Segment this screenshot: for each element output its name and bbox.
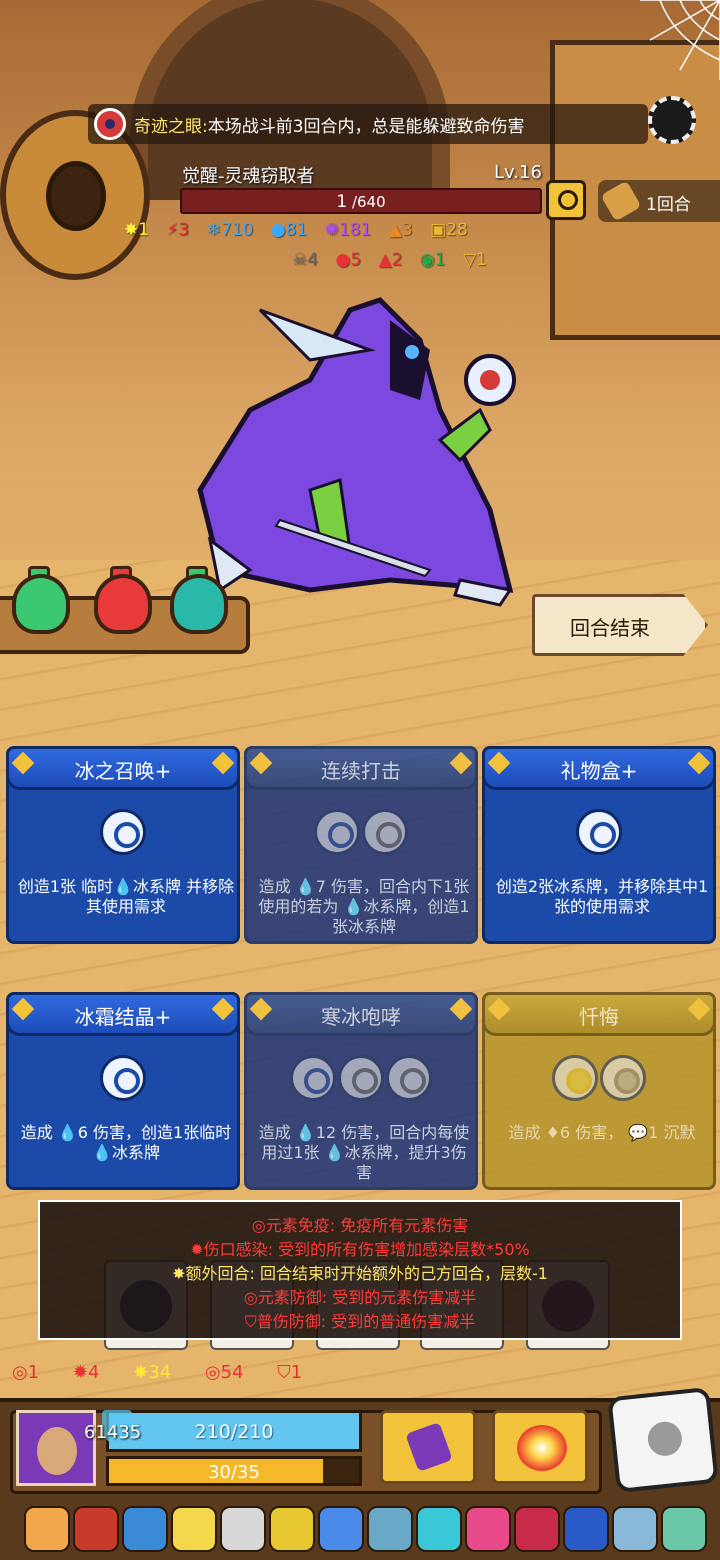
card-title: 冰霜结晶+ <box>74 1005 172 1029</box>
scroll-relic-icon[interactable] <box>220 1506 266 1552</box>
enemy-hp-bar: 1 /640 <box>180 188 542 214</box>
flame-orange-icon: ▲3 <box>388 220 413 240</box>
card-title: 寒冰咆哮 <box>321 1005 401 1029</box>
blue-robe-relic-icon[interactable] <box>563 1506 609 1552</box>
horn-relic-icon[interactable] <box>367 1506 413 1552</box>
dice-button[interactable] <box>607 1386 719 1494</box>
card-description: 创造1张 临时💧冰系牌 并移除其使用需求 <box>17 877 235 916</box>
player-buffs: ◎1 ✹4 ✸34 ◎54 ⛉1 <box>12 1362 330 1383</box>
end-turn-label[interactable]: 回合结束 <box>570 612 650 641</box>
bird-relic-icon[interactable] <box>661 1506 707 1552</box>
burst-skill-button[interactable] <box>492 1410 588 1484</box>
card-description: 造成 ♦6 伤害， 💬1 沉默 <box>508 1123 696 1142</box>
card-title: 忏悔 <box>579 1005 619 1029</box>
fire-icon: ▲2 <box>378 250 403 270</box>
yellow-star-icon: ✸34 <box>133 1362 172 1383</box>
relic-bar <box>0 1500 720 1560</box>
enemy-level: Lv.16 <box>494 162 542 183</box>
red-claw-icon: ⚡3 <box>166 220 190 240</box>
lock-icon: ▣28 <box>430 220 468 240</box>
red-jaws-relic-icon[interactable] <box>514 1506 560 1552</box>
teal-potion-icon[interactable] <box>170 574 228 634</box>
tooltip-line: ◎元素免疫: 免疫所有元素伤害 <box>251 1216 469 1235</box>
buff-tooltip: ◎元素免疫: 免疫所有元素伤害 ✹伤口感染: 受到的所有伤害增加感染层数*50%… <box>38 1200 682 1340</box>
card-frost-crystal[interactable]: 冰霜结晶+ 造成 💧6 伤害，创造1张临时 💧冰系牌 <box>6 992 240 1190</box>
player-energy-bar: 30/35 <box>106 1456 362 1486</box>
blue-energy-slot-icon <box>100 809 146 855</box>
mushroom-relic-icon[interactable] <box>318 1506 364 1552</box>
grey-energy-slot-icon <box>386 1055 432 1101</box>
enemy-hp-max: /640 <box>351 193 386 211</box>
pink-mushroom-relic-icon[interactable] <box>465 1506 511 1552</box>
inspect-magnifier-icon[interactable] <box>546 180 586 220</box>
banner-text: 奇迹之眼:本场战斗前3回合内，总是能躲避致命伤害 <box>134 117 525 137</box>
virus-icon: ✹ <box>190 1240 204 1259</box>
enemy-soul-stealer-sprite[interactable] <box>190 290 520 610</box>
tooltip-line: ✸额外回合: 回合结束时开始额外的己方回合，层数-1 <box>172 1264 548 1283</box>
purple-splat-icon: ✺181 <box>324 220 372 240</box>
target-icon: ◎1 <box>12 1362 40 1383</box>
tooltip-line: ✹伤口感染: 受到的所有伤害增加感染层数*50% <box>190 1240 530 1259</box>
eye-icon <box>94 108 126 140</box>
yellow-star-icon: ✸ <box>172 1264 186 1283</box>
card-title: 连续打击 <box>321 759 401 783</box>
blue-energy-slot-icon <box>290 1055 336 1101</box>
player-hp-bar: 210/210 <box>106 1410 362 1452</box>
lemon-energy-slot-icon <box>552 1055 598 1101</box>
tooltip-line: ◎元素防御: 受到的元素伤害减半 <box>243 1288 477 1307</box>
blood-drop-icon: ●5 <box>335 250 362 270</box>
donut-relic-icon[interactable] <box>24 1506 70 1552</box>
card-title: 礼物盒+ <box>560 759 638 783</box>
card-description: 造成 💧12 伤害，回合内每使用过1张 💧冰系牌，提升3伤害 <box>258 1123 470 1182</box>
target-icon: ◎ <box>251 1216 266 1235</box>
round-label: 1回合 <box>646 195 691 215</box>
card-description: 造成 💧7 伤害，回合内下1张使用的若为 💧冰系牌，创造1张冰系牌 <box>258 877 470 936</box>
triangle-icon: ▽1 <box>462 250 487 270</box>
grey-lemon-slot-icon <box>600 1055 646 1101</box>
cobweb-icon <box>640 0 720 80</box>
grey-energy-slot-icon <box>362 809 408 855</box>
enemy-name: 觉醒-灵魂窃取者 <box>182 166 315 187</box>
target-shield-icon: ◎ <box>243 1288 258 1307</box>
card-description: 造成 💧6 伤害，创造1张临时 💧冰系牌 <box>20 1123 232 1162</box>
player-hp: 210/210 <box>194 1421 274 1443</box>
grey-energy-slot-icon <box>338 1055 384 1101</box>
blue-energy-slot-icon <box>576 809 622 855</box>
chain-relic-icon[interactable] <box>269 1506 315 1552</box>
card-gift-box[interactable]: 礼物盒+ 创造2张冰系牌，并移除其中1张的使用需求 <box>482 746 716 944</box>
card-combo-strike[interactable]: 连续打击 造成 💧7 伤害，回合内下1张使用的若为 💧冰系牌，创造1张冰系牌 <box>244 746 478 944</box>
dagger-relic-icon[interactable] <box>612 1506 658 1552</box>
blue-bubble-icon: ●81 <box>270 220 308 240</box>
cheese-relic-icon[interactable] <box>171 1506 217 1552</box>
yellow-star-icon: ✸1 <box>124 220 150 240</box>
snowflake-icon: ❄710 <box>206 220 254 240</box>
blue-energy-slot-icon <box>314 809 360 855</box>
swirl-icon: ◉1 <box>419 250 446 270</box>
player-shield: 61435 <box>84 1422 142 1443</box>
settings-gear-icon[interactable] <box>648 96 696 144</box>
target-shield-icon: ◎54 <box>204 1362 244 1383</box>
player-energy: 30/35 <box>208 1462 260 1483</box>
card-repent[interactable]: 忏悔 造成 ♦6 伤害， 💬1 沉默 <box>482 992 716 1190</box>
enemy-stats-row-1: ✸1 ⚡3 ❄710 ●81 ✺181 ▲3 ▣28 <box>124 220 480 240</box>
shield-icon: ⛉1 <box>277 1362 303 1383</box>
virus-icon: ✹4 <box>72 1362 100 1383</box>
enemy-stats-row-2: ☠4 ●5 ▲2 ◉1 ▽1 <box>292 250 499 270</box>
crystal-relic-icon[interactable] <box>122 1506 168 1552</box>
skull-icon: ☠4 <box>292 250 319 270</box>
card-description: 创造2张冰系牌，并移除其中1张的使用需求 <box>495 877 709 916</box>
ice-gem-relic-icon[interactable] <box>416 1506 462 1552</box>
lock-skill-button[interactable] <box>380 1410 476 1484</box>
bracelet-relic-icon[interactable] <box>73 1506 119 1552</box>
shield-icon: ⛉ <box>244 1312 257 1331</box>
card-ice-roar[interactable]: 寒冰咆哮 造成 💧12 伤害，回合内每使用过1张 💧冰系牌，提升3伤害 <box>244 992 478 1190</box>
card-ice-summon[interactable]: 冰之召唤+ 创造1张 临时💧冰系牌 并移除其使用需求 <box>6 746 240 944</box>
card-title: 冰之召唤+ <box>74 759 172 783</box>
red-potion-icon[interactable] <box>94 574 152 634</box>
enemy-hp-current: 1 <box>336 192 348 212</box>
green-potion-icon[interactable] <box>12 574 70 634</box>
blue-energy-slot-icon <box>100 1055 146 1101</box>
tooltip-line: ⛉普伤防御: 受到的普通伤害减半 <box>244 1312 476 1331</box>
